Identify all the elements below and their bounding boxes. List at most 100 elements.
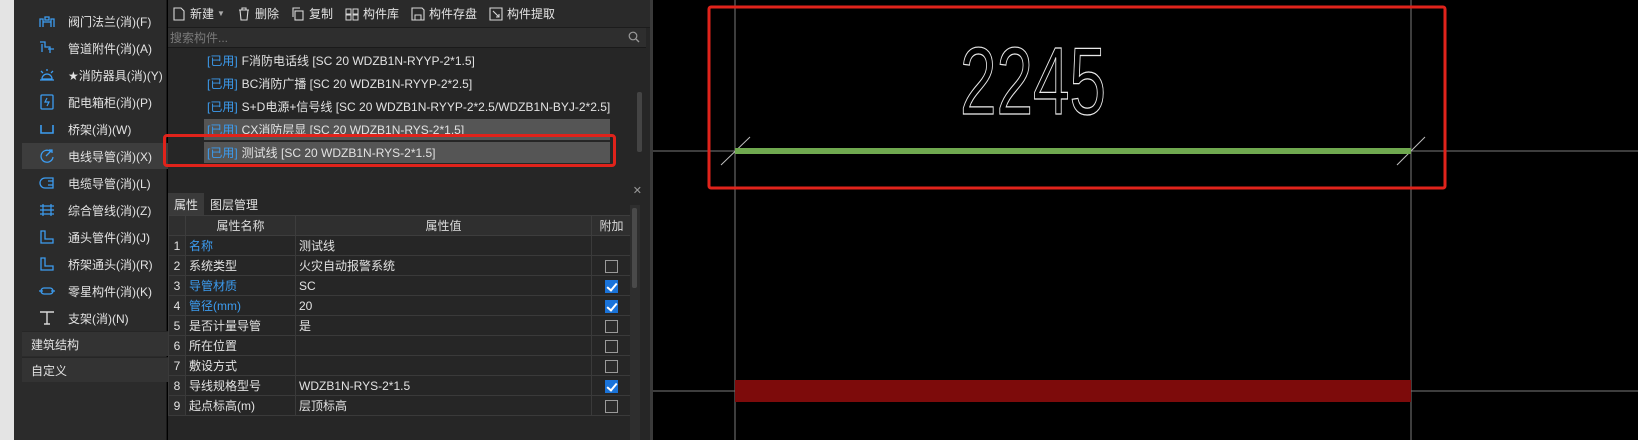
component-list-scrollbar[interactable] <box>637 92 642 152</box>
component-save-button[interactable]: 构件存盘 <box>411 5 477 22</box>
header-index <box>168 215 186 236</box>
property-extra-cell[interactable] <box>591 235 632 256</box>
sidebar-item-label: 桥架(消)(W) <box>68 122 132 137</box>
property-name: 所在位置 <box>185 335 296 356</box>
property-name: 起点标高(m) <box>185 395 296 416</box>
property-row[interactable]: 3 导管材质 SC <box>168 275 632 296</box>
sidebar-item-cable-tray[interactable]: 桥架(消)(W) <box>22 116 180 142</box>
property-row[interactable]: 9 起点标高(m) 层顶标高 <box>168 395 632 416</box>
property-scrollbar-thumb[interactable] <box>632 208 637 288</box>
property-extra-cell[interactable] <box>591 295 632 316</box>
delete-button[interactable]: 删除 <box>237 5 279 22</box>
property-row[interactable]: 4 管径(mm) 20 <box>168 295 632 316</box>
dimension-text: 2245 <box>960 28 1106 135</box>
property-extra-cell[interactable] <box>591 395 632 416</box>
extra-checkbox[interactable] <box>605 299 618 313</box>
new-button[interactable]: 新建 ▼ <box>172 5 225 22</box>
sidebar-item-label: 通头管件(消)(J) <box>68 230 150 245</box>
copy-button[interactable]: 复制 <box>291 5 333 22</box>
extra-checkbox[interactable] <box>605 399 618 413</box>
new-button-label: 新建 <box>190 7 215 21</box>
component-library-button[interactable]: 构件库 <box>345 5 399 22</box>
row-index: 4 <box>168 295 186 316</box>
component-save-label: 构件存盘 <box>428 7 477 21</box>
sidebar-item-tee-fitting[interactable]: 通头管件(消)(J) <box>22 224 180 250</box>
copy-icon <box>292 6 304 21</box>
property-name: 是否计量导管 <box>185 315 296 336</box>
property-name: 管径(mm) <box>185 295 296 316</box>
property-extra-cell[interactable] <box>591 315 632 336</box>
sidebar-item-label: 电缆导管(消)(L) <box>68 176 151 191</box>
property-value[interactable]: 火灾自动报警系统 <box>295 255 592 276</box>
delete-button-label: 删除 <box>254 7 279 21</box>
component-row[interactable]: [已用] F消防电话线 [SC 20 WDZB1N-RYYP-2*1.5] <box>204 50 475 71</box>
extra-checkbox[interactable] <box>605 339 618 353</box>
component-library-label: 构件库 <box>362 7 399 21</box>
property-name: 导线规格型号 <box>185 375 296 396</box>
group-custom[interactable]: 自定义 <box>22 357 180 382</box>
property-value[interactable] <box>295 355 592 376</box>
property-value[interactable]: 层顶标高 <box>295 395 592 416</box>
copy-button-label: 复制 <box>308 7 333 21</box>
extra-checkbox[interactable] <box>605 259 618 273</box>
sidebar-item-misc-component[interactable]: 零星构件(消)(K) <box>22 278 180 304</box>
search-bar <box>168 28 646 48</box>
sidebar-item-valve-flange[interactable]: 阀门法兰(消)(F) <box>22 8 180 34</box>
property-extra-cell[interactable] <box>591 255 632 276</box>
close-icon[interactable]: ✕ <box>633 184 642 197</box>
component-row[interactable]: [已用] BC消防广播 [SC 20 WDZB1N-RYYP-2*2.5] <box>204 73 472 94</box>
sidebar-item-combined-pipeline[interactable]: 综合管线(消)(Z) <box>22 197 180 223</box>
row-index: 5 <box>168 315 186 336</box>
property-row[interactable]: 2 系统类型 火灾自动报警系统 <box>168 255 632 276</box>
property-value[interactable]: 是 <box>295 315 592 336</box>
sidebar-item-wire-conduit[interactable]: 电线导管(消)(X) <box>22 143 180 169</box>
group-architecture[interactable]: 建筑结构 <box>22 331 180 356</box>
sidebar-item-fire-equipment[interactable]: ★消防器具(消)(Y) <box>22 62 180 88</box>
drawing-canvas[interactable]: 2245 <box>653 0 1638 440</box>
tee-fitting-icon <box>34 227 60 247</box>
cable-conduit-icon <box>34 173 60 193</box>
property-name: 导管材质 <box>185 275 296 296</box>
sidebar-item-label: 桥架通头(消)(R) <box>68 257 153 272</box>
component-extract-button[interactable]: 构件提取 <box>489 5 555 22</box>
property-value[interactable]: SC <box>295 275 592 296</box>
property-value[interactable]: 20 <box>295 295 592 316</box>
component-name: BC消防广播 [SC 20 WDZB1N-RYYP-2*2.5] <box>241 77 473 91</box>
sidebar-item-label: 综合管线(消)(Z) <box>68 203 152 218</box>
property-extra-cell[interactable] <box>591 335 632 356</box>
search-input[interactable] <box>168 30 608 45</box>
property-row[interactable]: 7 敷设方式 <box>168 355 632 376</box>
tab-properties[interactable]: 属性 <box>168 193 205 215</box>
search-icon[interactable] <box>628 31 640 43</box>
component-row[interactable]: [已用] S+D电源+信号线 [SC 20 WDZB1N-RYYP-2*2.5/… <box>204 96 610 117</box>
extra-checkbox[interactable] <box>605 319 618 333</box>
property-extra-cell[interactable] <box>591 375 632 396</box>
extra-checkbox[interactable] <box>605 379 618 393</box>
sidebar-item-distribution-box[interactable]: 配电箱柜(消)(P) <box>22 89 180 115</box>
property-value[interactable]: 测试线 <box>295 235 592 256</box>
cable-tray-icon <box>34 119 60 139</box>
property-name: 系统类型 <box>185 255 296 276</box>
sidebar-item-support[interactable]: 支架(消)(N) <box>22 305 180 331</box>
property-extra-cell[interactable] <box>591 275 632 296</box>
sidebar-item-tray-tee[interactable]: 桥架通头(消)(R) <box>22 251 180 277</box>
dropdown-arrow-icon[interactable]: ▼ <box>217 9 225 18</box>
extra-checkbox[interactable] <box>605 279 618 293</box>
extra-checkbox[interactable] <box>605 359 618 373</box>
sidebar-item-cable-conduit[interactable]: 电缆导管(消)(L) <box>22 170 180 196</box>
property-value[interactable]: WDZB1N-RYS-2*1.5 <box>295 375 592 396</box>
row-index: 7 <box>168 355 186 376</box>
property-row[interactable]: 5 是否计量导管是 <box>168 315 632 336</box>
property-row[interactable]: 1 名称 测试线 <box>168 235 632 256</box>
new-file-icon <box>173 6 185 21</box>
sidebar-item-pipe-fitting[interactable]: 管道附件(消)(A) <box>22 35 180 61</box>
tab-layer-management[interactable]: 图层管理 <box>204 193 264 215</box>
property-row[interactable]: 8 导线规格型号 WDZB1N-RYS-2*1.5 <box>168 375 632 396</box>
sidebar-item-label: 电线导管(消)(X) <box>68 149 152 164</box>
red-conduit-bar[interactable] <box>735 380 1411 402</box>
component-toolbar: 新建 ▼ 删除 复制 构件库 构件存盘 构件提取 <box>168 0 650 28</box>
property-value[interactable] <box>295 335 592 356</box>
trash-icon <box>238 6 249 21</box>
property-extra-cell[interactable] <box>591 355 632 376</box>
property-row[interactable]: 6 所在位置 <box>168 335 632 356</box>
